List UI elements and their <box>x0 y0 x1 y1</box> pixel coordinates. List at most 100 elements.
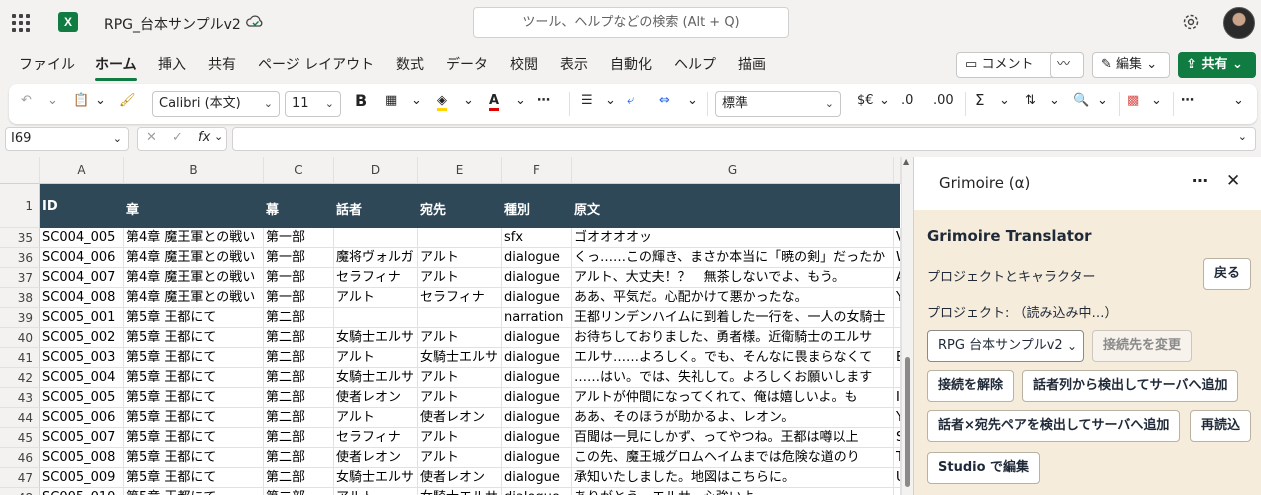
cell-speaker[interactable]: 魔将ヴォルガ <box>334 248 418 268</box>
cell-next[interactable]: Y <box>894 288 901 308</box>
row-number[interactable]: 39 <box>0 308 40 328</box>
select-all-corner[interactable] <box>0 157 40 184</box>
row-number[interactable]: 45 <box>0 428 40 448</box>
cell-source-text[interactable]: ありがとう、エルサ。心強いよ。 <box>572 488 894 495</box>
row-number[interactable]: 43 <box>0 388 40 408</box>
cell-source-text[interactable]: ……はい。では、失礼して。よろしくお願いします <box>572 368 894 388</box>
app-launcher-icon[interactable] <box>12 14 30 32</box>
merge-icon[interactable]: ⇔ <box>659 93 670 108</box>
chevron-down-icon[interactable]: ⌄ <box>999 93 1010 108</box>
cell-target[interactable]: アルト <box>418 428 502 448</box>
cell-speaker[interactable]: 女騎士エルサ <box>334 368 418 388</box>
cell-speaker[interactable] <box>334 308 418 328</box>
cell-id[interactable]: SC005_002 <box>40 328 124 348</box>
cell-source-text[interactable]: この先、魔王城グロムヘイムまでは危険な道のり <box>572 448 894 468</box>
cell-type[interactable]: sfx <box>502 228 572 248</box>
cell-type[interactable]: dialogue <box>502 368 572 388</box>
cell-id[interactable]: SC005_003 <box>40 348 124 368</box>
cell-type[interactable]: dialogue <box>502 428 572 448</box>
cell-act[interactable]: 第一部 <box>264 268 334 288</box>
column-header[interactable]: D <box>334 157 418 184</box>
cell-act[interactable]: 第二部 <box>264 468 334 488</box>
row-number[interactable]: 48 <box>0 488 40 495</box>
tab-help[interactable]: ヘルプ <box>674 54 716 74</box>
cell-chapter[interactable]: 第4章 魔王軍との戦い <box>124 228 264 248</box>
cell-id[interactable]: SC005_008 <box>40 448 124 468</box>
row-number[interactable]: 40 <box>0 328 40 348</box>
cell-next[interactable]: S <box>894 428 901 448</box>
chevron-down-icon[interactable]: ⌄ <box>605 93 616 108</box>
spreadsheet-grid[interactable]: A B C D E F G 1 ID 章 幕 話者 宛先 種別 原文 35 SC0… <box>0 157 912 495</box>
chevron-down-icon[interactable]: ⌄ <box>1049 93 1060 108</box>
cell-next[interactable]: U <box>894 468 901 488</box>
cell-speaker[interactable] <box>334 228 418 248</box>
change-target-button[interactable]: 接続先を変更 <box>1092 330 1193 362</box>
cell-id[interactable]: SC005_005 <box>40 388 124 408</box>
column-header[interactable]: F <box>502 157 572 184</box>
sort-filter-icon[interactable]: ⇅ <box>1025 93 1036 108</box>
cell-type[interactable]: dialogue <box>502 488 572 495</box>
row-number[interactable]: 1 <box>0 184 40 228</box>
format-painter-icon[interactable]: 🖌 <box>119 93 136 108</box>
cell-act[interactable]: 第二部 <box>264 448 334 468</box>
search-box[interactable]: ツール、ヘルプなどの検索 (Alt + Q) <box>473 7 789 38</box>
cell-act[interactable]: 第一部 <box>264 228 334 248</box>
cell-next[interactable] <box>894 328 901 348</box>
cell-source-text[interactable]: 承知いたしました。地図はこちらに。 <box>572 468 894 488</box>
tab-page-layout[interactable]: ページ レイアウト <box>258 54 374 74</box>
confirm-icon[interactable]: ✓ <box>172 130 183 145</box>
column-header[interactable] <box>894 157 901 184</box>
cell-type[interactable]: dialogue <box>502 348 572 368</box>
cell-type[interactable]: dialogue <box>502 248 572 268</box>
cell-act[interactable]: 第二部 <box>264 428 334 448</box>
cell-act[interactable]: 第二部 <box>264 388 334 408</box>
cell-speaker[interactable]: セラフィナ <box>334 428 418 448</box>
cell-target[interactable]: 使者レオン <box>418 468 502 488</box>
more-icon[interactable]: ⋯ <box>537 93 550 108</box>
chevron-down-icon[interactable]: ⌄ <box>95 93 106 108</box>
chevron-down-icon[interactable]: ⌄ <box>411 93 422 108</box>
reload-button[interactable]: 再読込 <box>1190 410 1252 442</box>
cell-id[interactable]: SC005_007 <box>40 428 124 448</box>
column-header[interactable]: E <box>418 157 502 184</box>
cell-target[interactable] <box>418 228 502 248</box>
cell-chapter[interactable]: 第5章 王都にて <box>124 488 264 495</box>
cell-target[interactable] <box>418 308 502 328</box>
tab-file[interactable]: ファイル <box>19 54 75 74</box>
cell-chapter[interactable]: 第5章 王都にて <box>124 408 264 428</box>
row-number[interactable]: 38 <box>0 288 40 308</box>
project-select[interactable]: RPG 台本サンプルv2 ⌄ <box>927 330 1084 362</box>
currency-format-button[interactable]: $€ <box>857 93 874 108</box>
edit-mode-button[interactable]: ✎ 編集 ⌄ <box>1092 52 1170 78</box>
row-number[interactable]: 47 <box>0 468 40 488</box>
cell-source-text[interactable]: 百聞は一見にしかず、ってやつね。王都は噂以上 <box>572 428 894 448</box>
cell-source-text[interactable]: エルサ……よろしく。でも、そんなに畏まらなくて <box>572 348 894 368</box>
cell-next[interactable] <box>894 308 901 328</box>
cell-type[interactable]: dialogue <box>502 468 572 488</box>
cell-target[interactable]: アルト <box>418 248 502 268</box>
cell-next[interactable]: V <box>894 228 901 248</box>
cell-type[interactable]: dialogue <box>502 328 572 348</box>
cell-target[interactable]: 使者レオン <box>418 408 502 428</box>
cell-target[interactable]: アルト <box>418 388 502 408</box>
chevron-down-icon[interactable]: ⌄ <box>1238 130 1247 143</box>
cell-target[interactable]: アルト <box>418 268 502 288</box>
row-number[interactable]: 35 <box>0 228 40 248</box>
share-button[interactable]: ⇪ 共有 ⌄ <box>1178 52 1256 78</box>
fill-color-icon[interactable]: ◈ <box>437 93 447 111</box>
cell-chapter[interactable]: 第5章 王都にて <box>124 368 264 388</box>
cell-speaker[interactable]: アルト <box>334 348 418 368</box>
cell-act[interactable]: 第二部 <box>264 368 334 388</box>
align-icon[interactable]: ☰ <box>581 93 593 108</box>
find-icon[interactable]: 🔍 <box>1073 93 1089 108</box>
cell-target[interactable]: 女騎士エルサ <box>418 348 502 368</box>
borders-icon[interactable]: ▦ <box>385 93 397 108</box>
vertical-scrollbar[interactable]: ▲ <box>901 157 912 495</box>
cell-speaker[interactable]: 女騎士エルサ <box>334 468 418 488</box>
cell-act[interactable]: 第二部 <box>264 348 334 368</box>
formula-input[interactable]: ⌄ <box>232 127 1256 151</box>
avatar[interactable] <box>1223 7 1255 39</box>
cell-act[interactable]: 第二部 <box>264 408 334 428</box>
font-size-select[interactable]: 11 ⌄ <box>285 91 341 117</box>
cell-chapter[interactable]: 第4章 魔王軍との戦い <box>124 268 264 288</box>
